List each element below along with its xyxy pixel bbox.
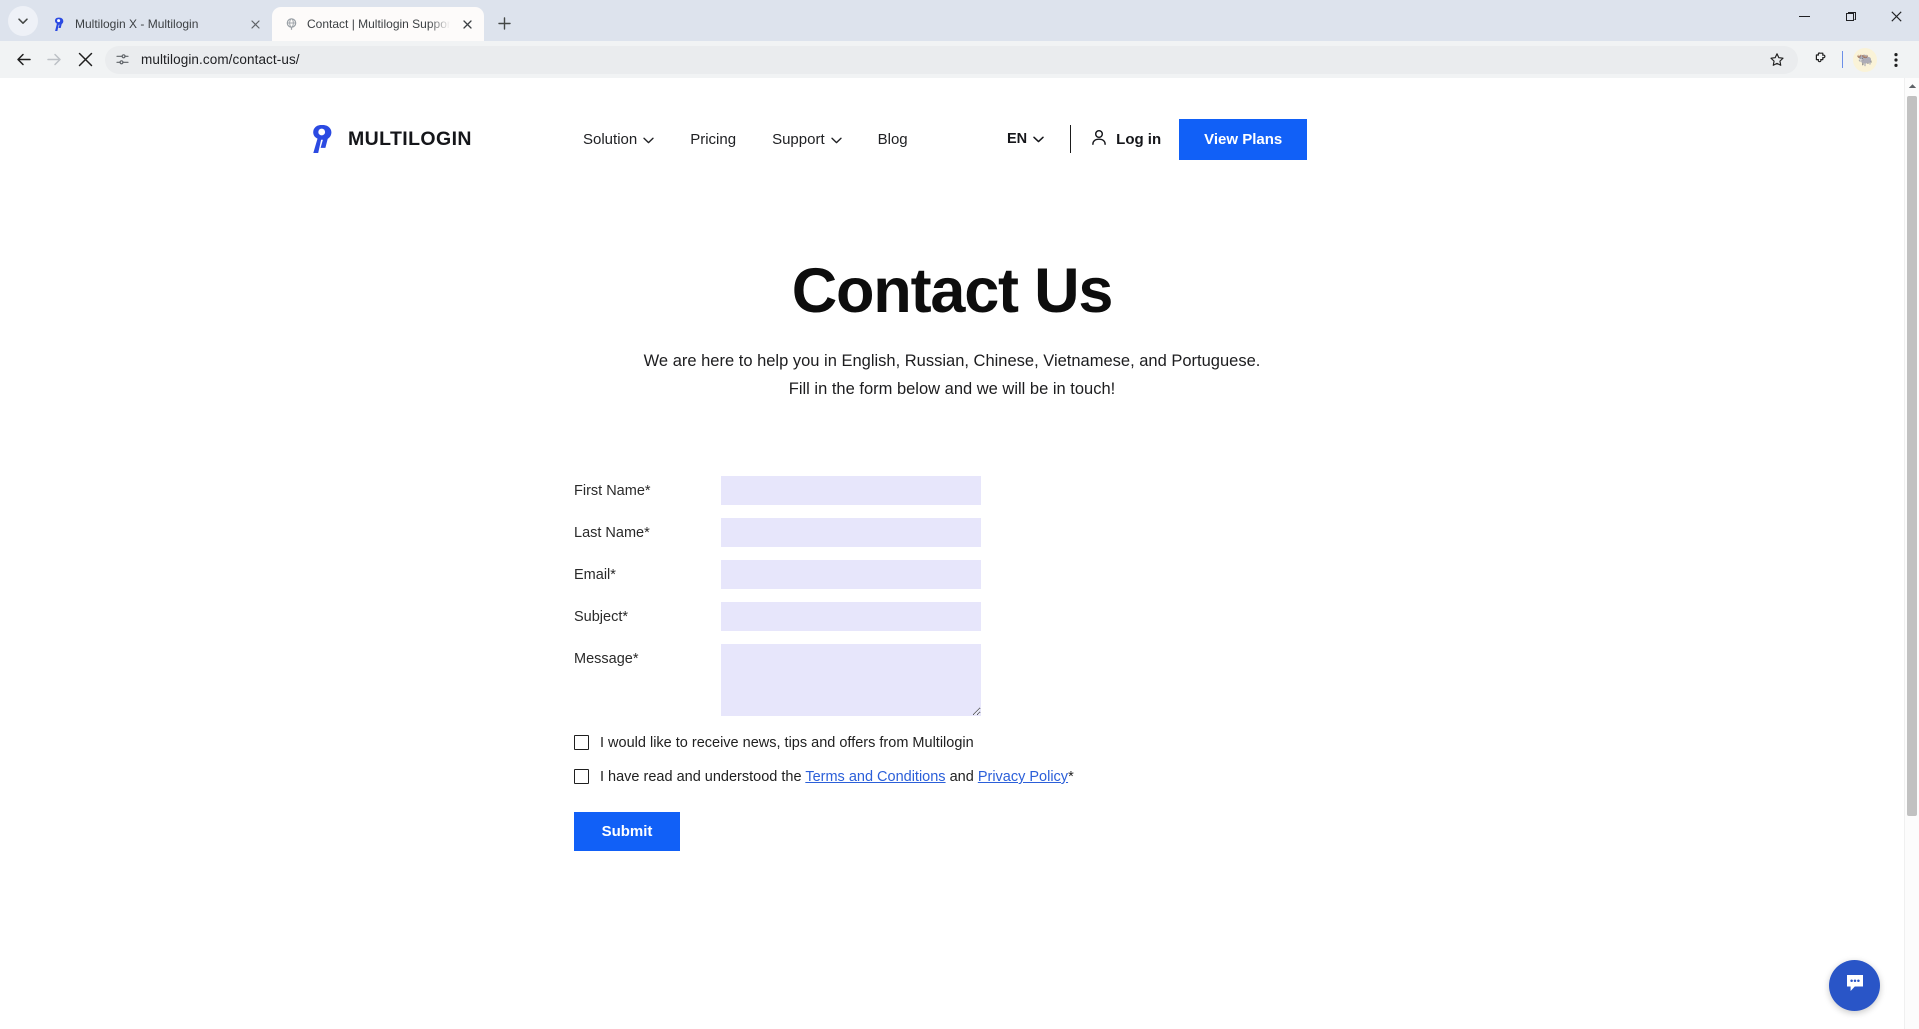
minimize-button[interactable]: [1781, 0, 1827, 32]
nav-label: Pricing: [690, 130, 737, 148]
subject-input[interactable]: [721, 601, 981, 631]
first-name-input[interactable]: [721, 475, 981, 505]
globe-loading-favicon: [283, 16, 299, 32]
page-viewport: MULTILOGIN Solution Pricing Support Blog…: [0, 78, 1919, 1029]
last-name-input[interactable]: [721, 517, 981, 547]
web-page: MULTILOGIN Solution Pricing Support Blog…: [0, 78, 1904, 1029]
language-selector[interactable]: EN: [1007, 131, 1044, 147]
nav-item-support[interactable]: Support: [754, 131, 860, 148]
tune-icon[interactable]: [111, 49, 133, 71]
newsletter-consent-row[interactable]: I would like to receive news, tips and o…: [574, 735, 994, 751]
multilogin-logo-icon: [309, 124, 337, 154]
terms-suffix: *: [1068, 768, 1074, 785]
language-label: EN: [1007, 131, 1028, 147]
page-scrollbar[interactable]: [1904, 78, 1919, 1029]
nav-item-blog[interactable]: Blog: [860, 131, 926, 148]
profile-avatar-icon[interactable]: 🐃: [1850, 45, 1880, 75]
newsletter-checkbox[interactable]: [574, 735, 589, 751]
nav-item-solution[interactable]: Solution: [583, 131, 672, 148]
login-label: Log in: [1116, 130, 1162, 148]
logo-text: MULTILOGIN: [348, 127, 472, 150]
terms-consent-row[interactable]: I have read and understood the Terms and…: [574, 769, 1074, 785]
header-actions: EN Log in View Plans: [1007, 108, 1308, 170]
new-tab-button[interactable]: [490, 9, 518, 37]
form-row-email: Email*: [574, 559, 994, 589]
person-icon: [1091, 129, 1107, 150]
window-controls: [1781, 0, 1919, 32]
message-label: Message*: [574, 650, 639, 667]
back-arrow-icon[interactable]: [8, 45, 38, 75]
stop-loading-icon[interactable]: [70, 45, 100, 75]
terms-middle: and: [945, 768, 978, 785]
browser-tab[interactable]: Multilogin X - Multilogin: [40, 7, 272, 41]
close-button[interactable]: [1873, 0, 1919, 32]
maximize-button[interactable]: [1827, 0, 1873, 32]
tab-title: Multilogin X - Multilogin: [75, 17, 199, 31]
tab-close-icon[interactable]: [458, 15, 476, 33]
nav-label: Solution: [583, 130, 638, 148]
form-row-subject: Subject*: [574, 601, 994, 631]
last-name-label: Last Name*: [574, 524, 650, 541]
scrollbar-thumb[interactable]: [1907, 96, 1917, 816]
browser-tab[interactable]: Contact | Multilogin Support Ce: [272, 7, 484, 41]
forward-arrow-icon: [39, 45, 69, 75]
puzzle-piece-icon[interactable]: [1805, 45, 1835, 75]
address-bar[interactable]: multilogin.com/contact-us/: [105, 45, 1798, 74]
nav-item-pricing[interactable]: Pricing: [672, 131, 754, 148]
header-divider: [1070, 125, 1072, 153]
scroll-up-arrow-icon[interactable]: [1905, 78, 1919, 94]
form-row-last-name: Last Name*: [574, 517, 994, 547]
site-logo[interactable]: MULTILOGIN: [309, 108, 472, 170]
page-title: Contact Us: [791, 256, 1114, 326]
hero-subtitle-line1: We are here to help you in English, Russ…: [643, 352, 1261, 371]
consent-checkboxes: I would like to receive news, tips and o…: [574, 735, 1074, 785]
form-row-first-name: First Name*: [574, 475, 994, 505]
chevron-down-icon: [830, 131, 842, 148]
form-row-message: Message*: [574, 643, 994, 716]
terms-consent-label: I have read and understood the Terms and…: [600, 769, 1074, 785]
view-plans-button[interactable]: View Plans: [1179, 118, 1308, 160]
contact-form: First Name* Last Name* Email* Subject* M: [574, 475, 1074, 851]
newsletter-consent-label: I would like to receive news, tips and o…: [600, 734, 974, 751]
three-dot-menu-icon[interactable]: [1881, 45, 1911, 75]
terms-prefix: I have read and understood the: [600, 768, 806, 785]
star-icon[interactable]: [1766, 49, 1788, 71]
submit-button[interactable]: Submit: [574, 811, 680, 851]
chat-widget-button[interactable]: [1829, 960, 1880, 1011]
main-navigation: Solution Pricing Support Blog: [583, 108, 926, 170]
url-text: multilogin.com/contact-us/: [141, 52, 300, 67]
tab-strip: Multilogin X - Multilogin Contact | Mult…: [0, 0, 1919, 41]
chevron-down-icon: [1033, 131, 1044, 147]
subject-label: Subject*: [574, 608, 629, 625]
toolbar-divider: [1842, 51, 1843, 68]
email-input[interactable]: [721, 559, 981, 589]
privacy-policy-link[interactable]: Privacy Policy: [978, 769, 1068, 785]
nav-label: Support: [772, 130, 825, 148]
message-textarea[interactable]: [721, 643, 981, 716]
first-name-label: First Name*: [574, 482, 651, 499]
chevron-down-icon: [643, 131, 654, 148]
tab-close-icon[interactable]: [246, 15, 264, 33]
login-link[interactable]: Log in: [1091, 129, 1161, 150]
nav-label: Blog: [877, 130, 908, 148]
tab-search-button[interactable]: [8, 6, 38, 36]
tab-title: Contact | Multilogin Support Ce: [307, 17, 450, 31]
hero-section: Contact Us We are here to help you in En…: [0, 258, 1904, 401]
site-header: MULTILOGIN Solution Pricing Support Blog…: [0, 108, 1904, 170]
multilogin-logo-favicon: [51, 16, 67, 32]
terms-and-conditions-link[interactable]: Terms and Conditions: [805, 769, 945, 785]
browser-toolbar: multilogin.com/contact-us/ 🐃: [0, 41, 1919, 78]
chat-bubble-icon: [1842, 970, 1868, 1001]
terms-checkbox[interactable]: [574, 769, 589, 785]
hero-subtitle-line2: Fill in the form below and we will be in…: [788, 379, 1116, 398]
email-label: Email*: [574, 566, 616, 583]
browser-window: Multilogin X - Multilogin Contact | Mult…: [0, 0, 1919, 1029]
